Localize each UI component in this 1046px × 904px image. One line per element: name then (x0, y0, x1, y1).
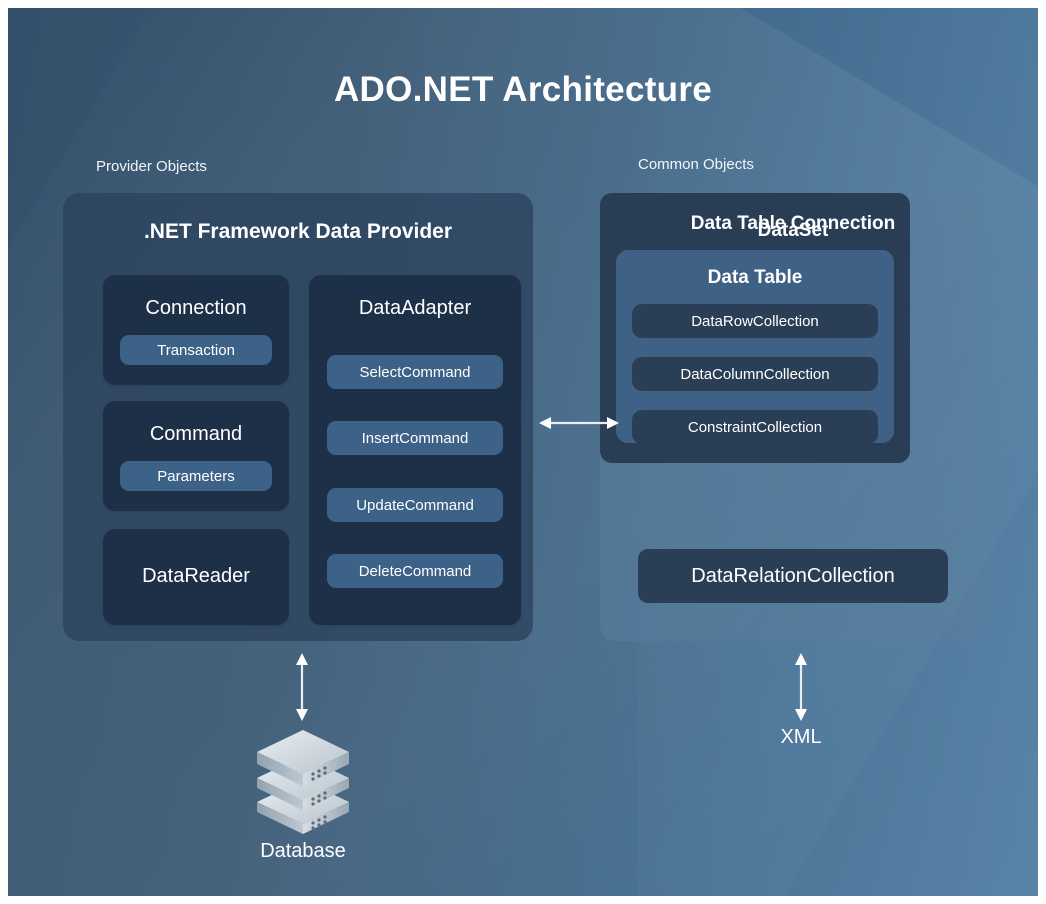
card-data-table-connection-title: Data Table Connection (690, 213, 896, 234)
card-command-title: Command (149, 423, 243, 445)
database-server-stack-icon (257, 730, 349, 834)
pill-delete-command[interactable]: DeleteCommand (327, 554, 503, 588)
card-dataadapter-title: DataAdapter (358, 297, 472, 319)
pill-constraint-collection[interactable]: ConstraintCollection (632, 410, 878, 444)
pill-parameters[interactable]: Parameters (120, 461, 272, 491)
card-connection-title: Connection (145, 297, 247, 319)
panel-dataset: DataSet Data Table Connection Data Table… (600, 193, 986, 641)
database-label: Database (260, 840, 346, 862)
card-connection[interactable]: Connection Transaction (103, 275, 289, 385)
xml-label: XML (780, 726, 822, 748)
diagram-canvas: ADO.NET Architecture Provider Objects Co… (8, 8, 1038, 896)
pill-datarow-collection[interactable]: DataRowCollection (632, 304, 878, 338)
card-data-table-connection[interactable]: Data Table Connection Data Table DataRow… (600, 193, 910, 463)
pill-transaction[interactable]: Transaction (120, 335, 272, 365)
caption-common-objects: Common Objects (638, 156, 754, 173)
card-dataadapter[interactable]: DataAdapter SelectCommand InsertCommand … (309, 275, 521, 625)
caption-provider-objects: Provider Objects (96, 158, 207, 175)
card-data-table[interactable]: Data Table DataRowCollection DataColumnC… (616, 250, 894, 444)
panel-data-provider-title: .NET Framework Data Provider (143, 220, 453, 243)
panel-data-provider: .NET Framework Data Provider Connection … (63, 193, 533, 641)
card-datareader-title: DataReader (142, 565, 250, 587)
double-arrow-vertical-database-icon (296, 653, 308, 721)
pill-datacolumn-collection[interactable]: DataColumnCollection (632, 357, 878, 391)
pill-datarelation-collection[interactable]: DataRelationCollection (638, 549, 948, 603)
card-datareader[interactable]: DataReader (103, 529, 289, 625)
pill-select-command[interactable]: SelectCommand (327, 355, 503, 389)
pill-insert-command[interactable]: InsertCommand (327, 421, 503, 455)
page-title: ADO.NET Architecture (333, 70, 713, 109)
card-command[interactable]: Command Parameters (103, 401, 289, 511)
double-arrow-vertical-xml-icon (795, 653, 807, 721)
card-data-table-title: Data Table (707, 267, 803, 288)
pill-update-command[interactable]: UpdateCommand (327, 488, 503, 522)
double-arrow-horizontal-icon (539, 417, 619, 429)
